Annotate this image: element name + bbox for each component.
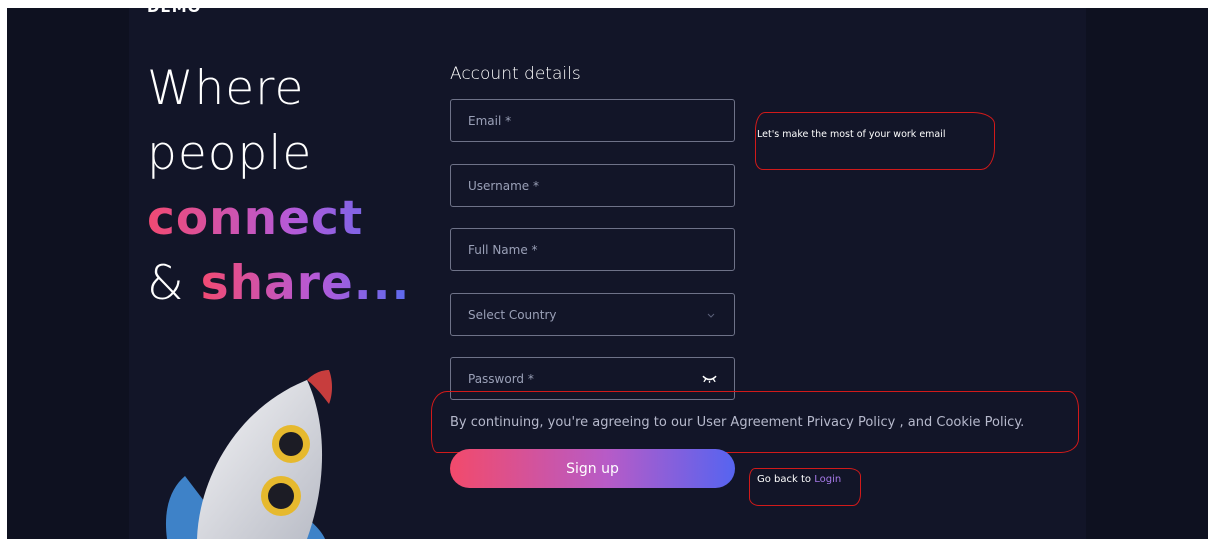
country-select[interactable]: Select Country [450,293,735,336]
agreement-suffix: . [1020,415,1025,430]
hero-line-1: Where [147,61,305,116]
user-agreement-link[interactable]: User Agreement [697,415,803,430]
email-hint-annotation [755,112,995,170]
hero-line-2: people [147,126,313,181]
rocket-illustration [165,370,332,539]
signup-button[interactable]: Sign up [450,449,735,488]
hero-headline: Where people connect & share... [147,56,410,316]
go-back-text: Go back to Login [757,474,841,485]
agreement-text: By continuing, you're agreeing to our Us… [450,415,1024,430]
hero-line-4: & share... [147,251,410,316]
username-input[interactable] [468,178,717,193]
fullname-field[interactable] [450,228,735,271]
hero-line-4-prefix: & [147,256,201,311]
username-field[interactable] [450,164,735,207]
login-link[interactable]: Login [814,474,841,485]
eye-closed-icon[interactable] [702,374,717,384]
password-input[interactable] [468,371,702,386]
email-input[interactable] [468,113,717,128]
go-back-prefix: Go back to [757,474,812,485]
signup-screen: DEMO Where people connect & share... Acc… [7,8,1208,539]
privacy-policy-link[interactable]: Privacy Policy [807,415,896,430]
right-gutter [1086,8,1208,539]
cookie-policy-link[interactable]: Cookie Policy [936,415,1020,430]
brand-logo: DEMO [147,8,201,16]
fullname-input[interactable] [468,242,717,257]
email-hint: Let's make the most of your work email [757,129,946,140]
hero-line-3: connect [147,186,410,251]
left-gutter [7,8,129,539]
agreement-separator: , and [899,415,937,430]
email-field[interactable] [450,99,735,142]
country-select-value: Select Country [468,307,557,322]
chevron-down-icon [707,313,715,318]
form-title: Account details [450,64,581,84]
agreement-prefix: By continuing, you're agreeing to our [450,415,697,430]
hero-line-4-highlight: share... [200,256,411,311]
